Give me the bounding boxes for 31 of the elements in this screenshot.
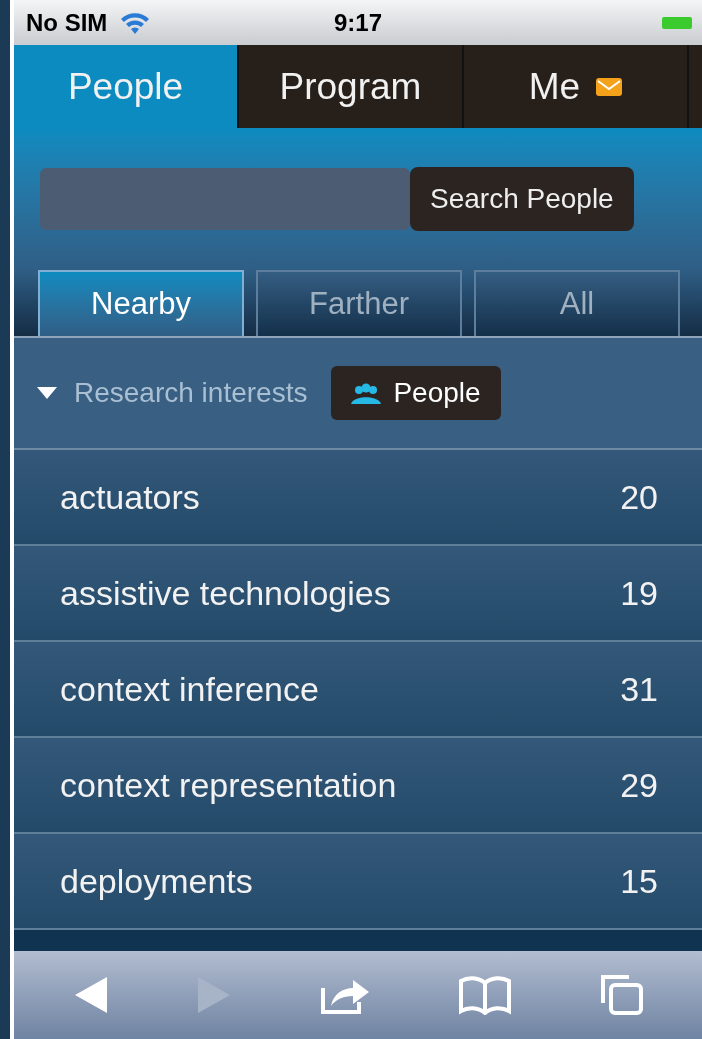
- back-icon[interactable]: [73, 975, 110, 1015]
- clock: 9:17: [334, 7, 383, 38]
- interest-row[interactable]: deployments 15: [14, 834, 702, 930]
- interest-name: assistive technologies: [60, 572, 391, 614]
- section-title: Research interests: [74, 376, 308, 410]
- interest-count: 29: [620, 764, 658, 806]
- range-tab[interactable]: All: [474, 270, 680, 336]
- interest-count: 31: [620, 668, 658, 710]
- search-people-button[interactable]: Search People: [410, 167, 634, 231]
- interest-name: context inference: [60, 668, 319, 710]
- interest-row[interactable]: assistive technologies 19: [14, 546, 702, 642]
- interest-count: 20: [620, 476, 658, 518]
- interest-row[interactable]: context inference 31: [14, 642, 702, 738]
- people-button[interactable]: People: [331, 366, 501, 420]
- expand-triangle-icon[interactable]: [36, 385, 58, 401]
- carrier-label: No SIM: [26, 7, 108, 38]
- range-tab[interactable]: Farther: [256, 270, 462, 336]
- interest-name: deployments: [60, 860, 253, 902]
- wifi-icon: [119, 10, 152, 35]
- book-icon[interactable]: [457, 975, 512, 1015]
- interest-name: context representation: [60, 764, 397, 806]
- interest-name: actuators: [60, 476, 200, 518]
- battery-icon: [662, 14, 692, 31]
- range-tab[interactable]: Nearby: [38, 270, 244, 336]
- interest-row[interactable]: context representation 29: [14, 738, 702, 834]
- search-field[interactable]: [40, 168, 410, 230]
- pages-icon[interactable]: [598, 973, 645, 1017]
- interest-row[interactable]: actuators 20: [14, 450, 702, 546]
- interest-count: 19: [620, 572, 658, 614]
- interest-count: 15: [620, 860, 658, 902]
- people-icon: [351, 382, 382, 404]
